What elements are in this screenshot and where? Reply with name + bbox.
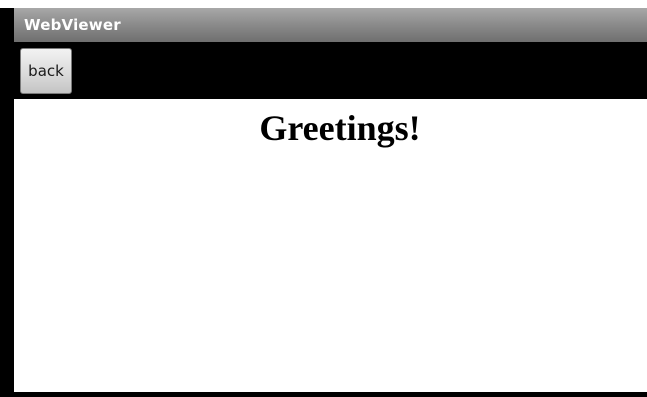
- bottom-border: [14, 392, 647, 397]
- title-bar: WebViewer: [14, 8, 647, 42]
- page-heading: Greetings!: [259, 108, 421, 148]
- top-margin: [0, 0, 647, 8]
- app-title: WebViewer: [24, 16, 121, 34]
- web-content: Greetings!: [14, 99, 647, 397]
- toolbar: back: [14, 42, 647, 99]
- app-window: WebViewer back Greetings!: [14, 8, 647, 397]
- screen: WebViewer back Greetings!: [0, 0, 647, 397]
- back-button[interactable]: back: [20, 48, 72, 94]
- left-border: [0, 8, 14, 397]
